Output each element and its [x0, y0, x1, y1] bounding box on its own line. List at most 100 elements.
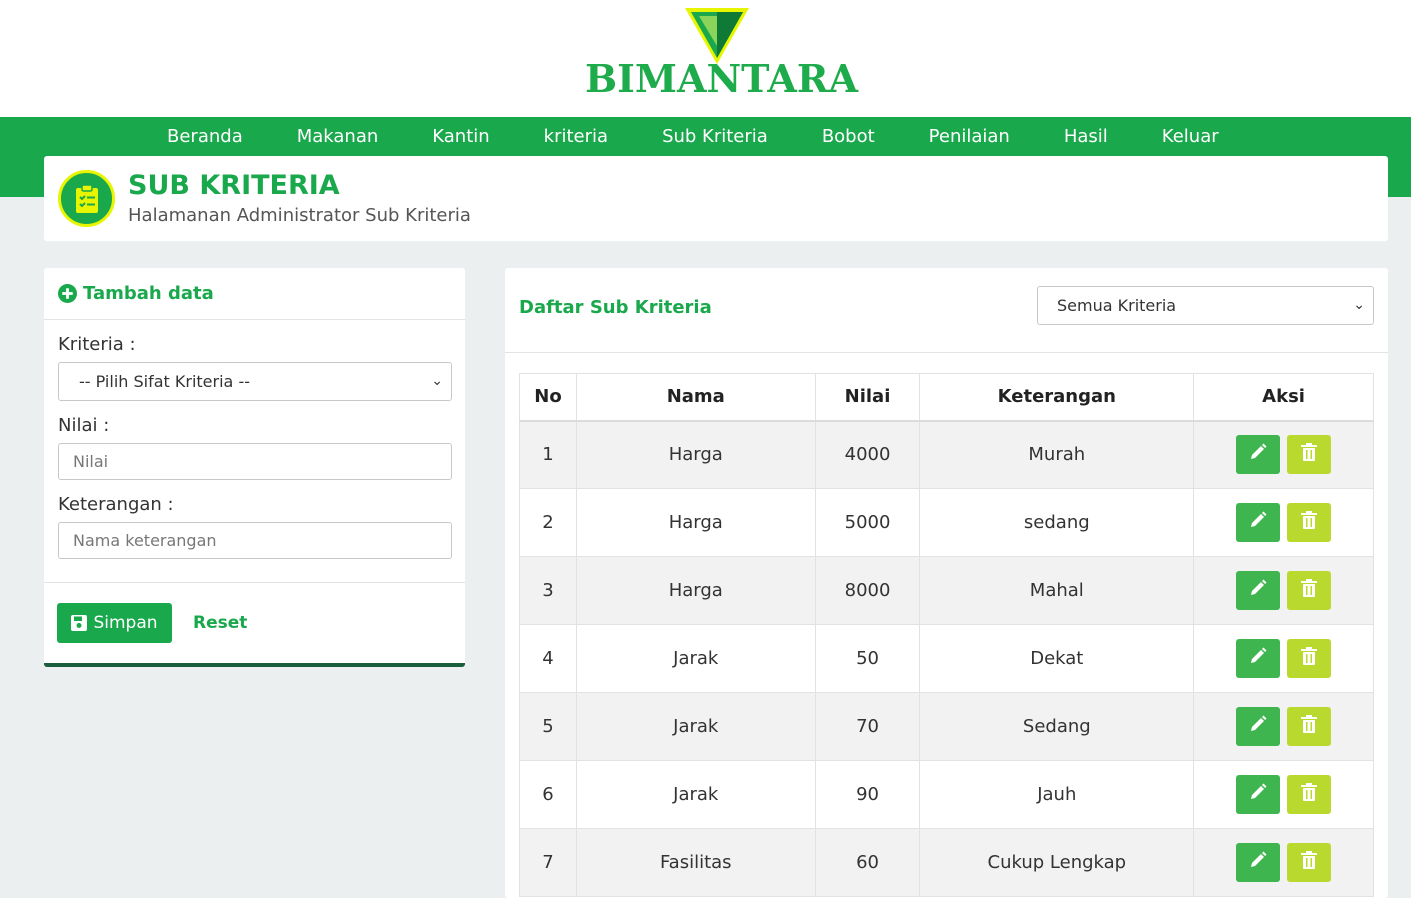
cell-nilai: 4000 — [814, 420, 921, 489]
cell-keterangan: Mahal — [919, 556, 1195, 625]
edit-button[interactable] — [1236, 775, 1281, 814]
delete-button[interactable] — [1287, 639, 1332, 678]
cell-aksi — [1193, 556, 1374, 625]
nilai-input[interactable]: Nilai — [58, 443, 452, 480]
delete-button[interactable] — [1287, 503, 1332, 542]
nav-kriteria[interactable]: kriteria — [517, 117, 635, 157]
edit-button[interactable] — [1236, 571, 1281, 610]
chevron-down-icon: ⌄ — [1353, 297, 1365, 313]
cell-nama: Jarak — [575, 760, 816, 829]
chevron-down-icon: ⌄ — [431, 373, 443, 389]
cell-nama: Fasilitas — [575, 828, 816, 897]
kriteria-label: Kriteria : — [58, 334, 136, 355]
cell-nilai: 5000 — [814, 488, 921, 557]
cell-nama: Harga — [575, 488, 816, 557]
cell-nilai: 8000 — [814, 556, 921, 625]
delete-button[interactable] — [1287, 707, 1332, 746]
col-keterangan: Keterangan — [919, 373, 1195, 422]
kriteria-filter-select[interactable]: Semua Kriteria ⌄ — [1037, 286, 1374, 325]
form-title: Tambah data — [83, 283, 214, 304]
cell-keterangan: Sedang — [919, 692, 1195, 761]
nav-bobot[interactable]: Bobot — [795, 117, 902, 157]
pencil-icon — [1249, 443, 1267, 466]
pencil-icon — [1249, 647, 1267, 670]
cell-keterangan: sedang — [919, 488, 1195, 557]
reset-button[interactable]: Reset — [193, 603, 247, 643]
keterangan-label: Keterangan : — [58, 494, 174, 515]
cell-keterangan: Dekat — [919, 624, 1195, 693]
cell-no: 5 — [519, 692, 577, 761]
brand-logo[interactable]: BIMANTARA — [585, 6, 858, 101]
save-button-label: Simpan — [93, 613, 158, 633]
trash-icon — [1301, 647, 1318, 670]
filter-value: Semua Kriteria — [1057, 296, 1177, 315]
table-row: 4 Jarak 50 Dekat — [519, 624, 1374, 693]
trash-icon — [1301, 511, 1318, 534]
cell-no: 4 — [519, 624, 577, 693]
page-header: SUB KRITERIA Halamanan Administrator Sub… — [44, 156, 1388, 241]
table-row: 1 Harga 4000 Murah — [519, 420, 1374, 489]
cell-keterangan: Jauh — [919, 760, 1195, 829]
cell-no: 3 — [519, 556, 577, 625]
pencil-icon — [1249, 511, 1267, 534]
edit-button[interactable] — [1236, 503, 1281, 542]
trash-icon — [1301, 851, 1318, 874]
sub-kriteria-table: No Nama Nilai Keterangan Aksi 1 Harga 4000… — [519, 373, 1374, 897]
nav-sub-kriteria[interactable]: Sub Kriteria — [635, 117, 795, 157]
cell-nama: Jarak — [575, 692, 816, 761]
pencil-icon — [1249, 851, 1267, 874]
clipboard-icon — [58, 170, 115, 227]
edit-button[interactable] — [1236, 707, 1281, 746]
form-footer: Simpan Reset — [44, 582, 465, 663]
page-subtitle: Halamanan Administrator Sub Kriteria — [128, 205, 471, 226]
delete-button[interactable] — [1287, 775, 1332, 814]
table-row: 3 Harga 8000 Mahal — [519, 556, 1374, 625]
edit-button[interactable] — [1236, 639, 1281, 678]
keterangan-input[interactable]: Nama keterangan — [58, 522, 452, 559]
cell-aksi — [1193, 420, 1374, 489]
cell-nama: Harga — [575, 420, 816, 489]
cell-aksi — [1193, 692, 1374, 761]
list-header: Daftar Sub Kriteria Semua Kriteria ⌄ — [505, 268, 1388, 353]
pencil-icon — [1249, 715, 1267, 738]
cell-keterangan: Murah — [919, 420, 1195, 489]
edit-button[interactable] — [1236, 843, 1281, 882]
pencil-icon — [1249, 579, 1267, 602]
edit-button[interactable] — [1236, 435, 1281, 475]
list-title: Daftar Sub Kriteria — [519, 297, 712, 318]
header: BIMANTARA — [0, 0, 1411, 117]
delete-button[interactable] — [1287, 571, 1332, 610]
trash-icon — [1301, 715, 1318, 738]
cell-nama: Jarak — [575, 624, 816, 693]
pencil-icon — [1249, 783, 1267, 806]
cell-no: 6 — [519, 760, 577, 829]
trash-icon — [1301, 443, 1318, 466]
cell-no: 2 — [519, 488, 577, 557]
table-row: 7 Fasilitas 60 Cukup Lengkap — [519, 828, 1374, 897]
nav-kantin[interactable]: Kantin — [405, 117, 516, 157]
trash-icon — [1301, 783, 1318, 806]
floppy-icon — [71, 615, 88, 631]
table-header-row: No Nama Nilai Keterangan Aksi — [519, 373, 1374, 422]
cell-nama: Harga — [575, 556, 816, 625]
nav-beranda[interactable]: Beranda — [140, 117, 270, 157]
table-row: 2 Harga 5000 sedang — [519, 488, 1374, 557]
cell-nilai: 90 — [814, 760, 921, 829]
cell-nilai: 60 — [814, 828, 921, 897]
add-form-card: Tambah data Kriteria : -- Pilih Sifat Kr… — [44, 268, 465, 667]
nav-penilaian[interactable]: Penilaian — [902, 117, 1037, 157]
cell-keterangan: Cukup Lengkap — [919, 828, 1195, 897]
kriteria-select[interactable]: -- Pilih Sifat Kriteria -- ⌄ — [58, 362, 452, 401]
nav-keluar[interactable]: Keluar — [1135, 117, 1246, 157]
cell-aksi — [1193, 624, 1374, 693]
main-nav: Beranda Makanan Kantin kriteria Sub Krit… — [140, 117, 1246, 157]
nav-makanan[interactable]: Makanan — [270, 117, 406, 157]
nav-hasil[interactable]: Hasil — [1037, 117, 1135, 157]
delete-button[interactable] — [1287, 435, 1332, 475]
cell-nilai: 50 — [814, 624, 921, 693]
delete-button[interactable] — [1287, 843, 1332, 882]
save-button[interactable]: Simpan — [57, 603, 172, 643]
cell-no: 7 — [519, 828, 577, 897]
cell-no: 1 — [519, 420, 577, 489]
list-card: Daftar Sub Kriteria Semua Kriteria ⌄ No … — [505, 268, 1388, 898]
